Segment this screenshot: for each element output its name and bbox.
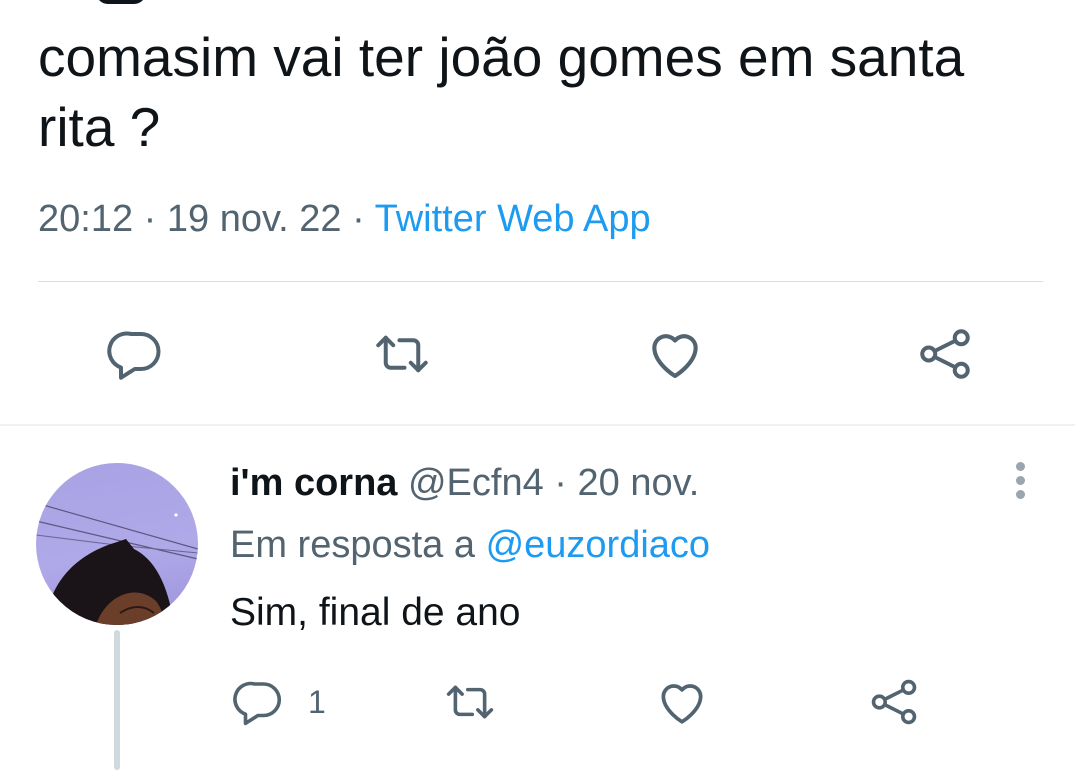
tweet-time: 20:12 xyxy=(38,198,134,240)
reply-share-button[interactable] xyxy=(864,674,924,730)
in-reply-to-mention[interactable]: @euzordiaco xyxy=(486,524,710,566)
more-options-button[interactable] xyxy=(1004,458,1038,504)
divider xyxy=(38,281,1043,282)
meta-separator: · xyxy=(352,198,365,240)
heart-icon xyxy=(652,334,698,379)
tweet-text: comasim vai ter joão gomes em santa rita… xyxy=(38,26,965,158)
more-dot-icon xyxy=(1016,462,1025,471)
reply-separator: · xyxy=(554,462,567,504)
avatar[interactable] xyxy=(36,463,198,625)
more-dot-icon xyxy=(1016,490,1025,499)
tweet-meta: 20:12 · 19 nov. 22 · Twitter Web App xyxy=(38,196,651,242)
tweet-source-link[interactable]: Twitter Web App xyxy=(375,198,651,240)
reply-icon xyxy=(107,331,161,380)
retweet-button[interactable] xyxy=(370,322,434,386)
share-icon xyxy=(871,679,917,725)
retweet-icon xyxy=(376,335,428,373)
reply-button[interactable] xyxy=(104,322,168,386)
previous-avatar-edge xyxy=(96,0,146,4)
reply-handle[interactable]: @Ecfn4 xyxy=(408,462,544,504)
in-reply-to: Em resposta a @euzordiaco xyxy=(230,522,710,568)
reply-text: Sim, final de ano xyxy=(230,591,521,634)
more-dot-icon xyxy=(1016,476,1025,485)
like-button[interactable] xyxy=(643,322,707,386)
reply-icon xyxy=(233,681,281,726)
reply-display-name[interactable]: i'm corna xyxy=(230,462,397,504)
reply-date[interactable]: 20 nov. xyxy=(578,462,700,504)
retweet-icon xyxy=(446,685,494,719)
reply-header: i'm corna @Ecfn4 · 20 nov. xyxy=(230,460,699,506)
reply-count: 1 xyxy=(308,684,326,720)
reply-like-button[interactable] xyxy=(652,674,712,730)
share-icon xyxy=(920,329,970,379)
thread-connector-line xyxy=(114,630,120,770)
in-reply-to-label: Em resposta a xyxy=(230,524,475,566)
reply-reply-button[interactable]: 1 xyxy=(232,674,332,730)
share-button[interactable] xyxy=(913,322,977,386)
tweet-date: 19 nov. 22 xyxy=(166,198,342,240)
reply-retweet-button[interactable] xyxy=(440,674,500,730)
section-divider xyxy=(0,424,1075,426)
meta-separator: · xyxy=(143,198,157,240)
heart-icon xyxy=(661,684,703,724)
avatar-photo xyxy=(36,502,198,625)
